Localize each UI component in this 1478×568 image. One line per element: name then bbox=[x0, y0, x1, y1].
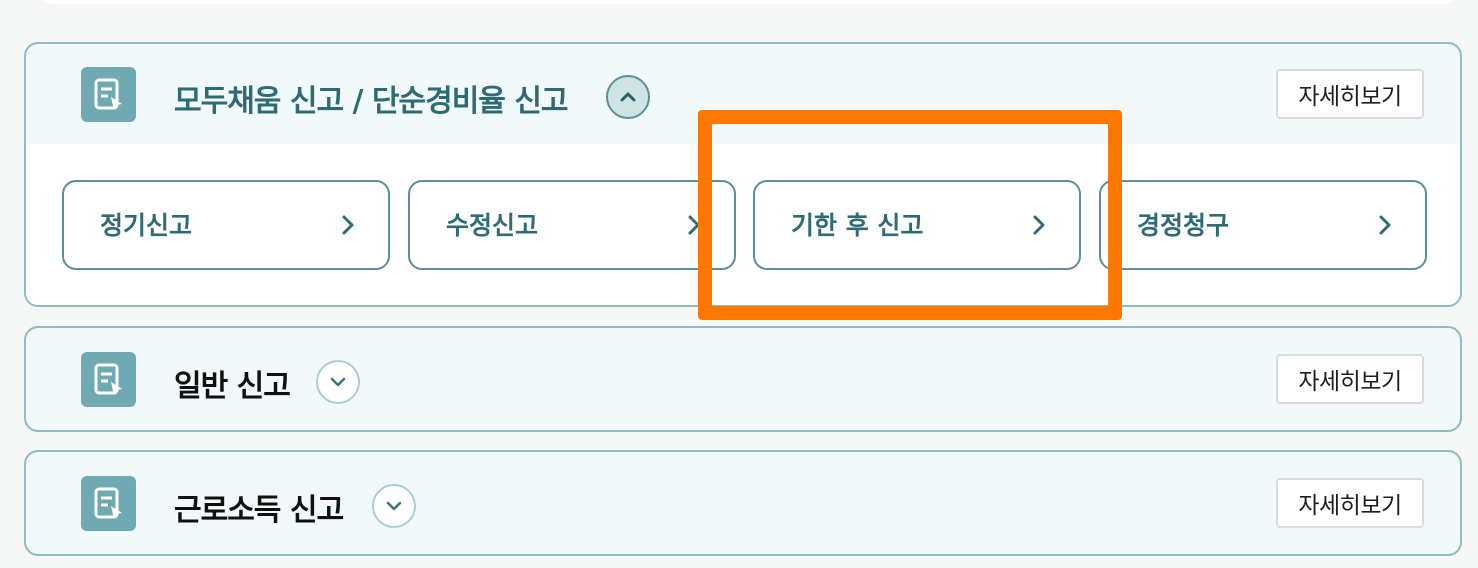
section-simple-expense-report: 모두채움 신고 / 단순경비율 신고 자세히보기 정기신고 수정신고 기한 후 … bbox=[24, 42, 1462, 307]
section-title: 모두채움 신고 / 단순경비율 신고 bbox=[174, 84, 569, 119]
chevron-down-icon bbox=[386, 501, 402, 511]
detail-button[interactable]: 자세히보기 bbox=[1276, 354, 1424, 404]
document-icon bbox=[81, 476, 136, 531]
detail-button[interactable]: 자세히보기 bbox=[1276, 478, 1424, 528]
document-icon bbox=[81, 67, 136, 122]
collapse-toggle[interactable] bbox=[606, 75, 650, 119]
sub-item-label: 경정청구 bbox=[1137, 211, 1230, 240]
section-header: 모두채움 신고 / 단순경비율 신고 자세히보기 bbox=[26, 44, 1460, 144]
sub-item-regular-report[interactable]: 정기신고 bbox=[62, 180, 390, 270]
detail-button[interactable]: 자세히보기 bbox=[1276, 69, 1424, 119]
chevron-down-icon bbox=[330, 377, 346, 387]
chevron-right-icon bbox=[1033, 215, 1045, 235]
previous-panel-edge bbox=[36, 0, 1461, 4]
sub-item-amended-report[interactable]: 수정신고 bbox=[408, 180, 736, 270]
chevron-right-icon bbox=[342, 215, 354, 235]
sub-item-correction-claim[interactable]: 경정청구 bbox=[1099, 180, 1427, 270]
section-general-report: 일반 신고 자세히보기 bbox=[24, 326, 1462, 432]
expand-toggle[interactable] bbox=[372, 484, 416, 528]
section-earned-income-report: 근로소득 신고 자세히보기 bbox=[24, 450, 1462, 556]
sub-item-label: 정기신고 bbox=[100, 211, 193, 240]
sub-item-label: 수정신고 bbox=[446, 211, 539, 240]
chevron-up-icon bbox=[620, 92, 636, 102]
document-icon bbox=[81, 352, 136, 407]
expand-toggle[interactable] bbox=[316, 360, 360, 404]
section-header: 일반 신고 자세히보기 bbox=[26, 328, 1460, 428]
sub-item-label: 기한 후 신고 bbox=[791, 211, 924, 240]
chevron-right-icon bbox=[1379, 215, 1391, 235]
section-title: 근로소득 신고 bbox=[174, 493, 344, 528]
chevron-right-icon bbox=[688, 215, 700, 235]
sub-menu: 정기신고 수정신고 기한 후 신고 경정청구 bbox=[26, 144, 1460, 305]
sub-item-late-report[interactable]: 기한 후 신고 bbox=[753, 180, 1081, 270]
section-title: 일반 신고 bbox=[174, 369, 291, 404]
section-header: 근로소득 신고 자세히보기 bbox=[26, 452, 1460, 552]
